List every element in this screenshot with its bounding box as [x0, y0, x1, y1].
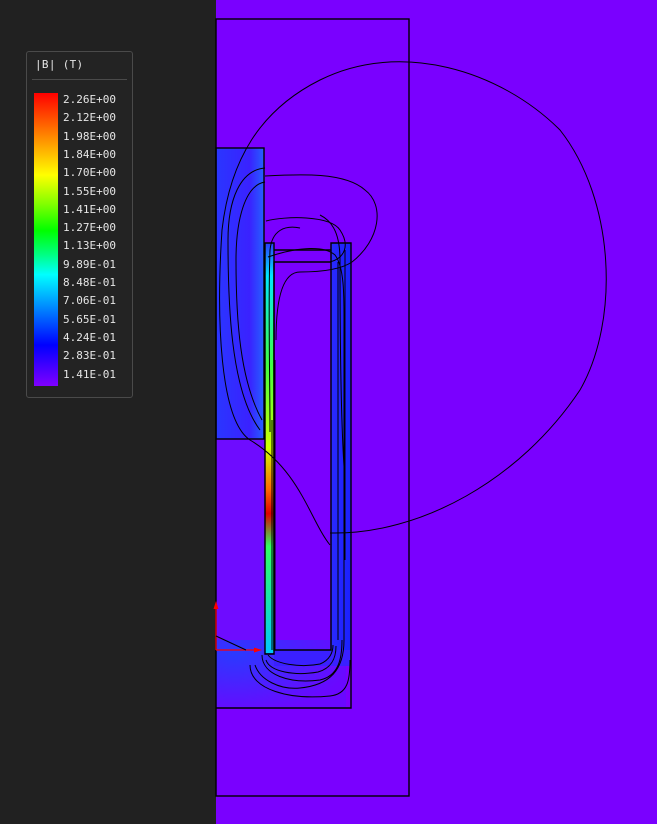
legend-label: 2.26E+00 [63, 93, 116, 106]
legend-label: 1.27E+00 [63, 221, 116, 235]
legend-label: 1.70E+00 [63, 166, 116, 180]
legend-label: 9.89E-01 [63, 257, 116, 271]
legend-label: 1.41E+00 [63, 202, 116, 216]
legend-label: 5.65E-01 [63, 312, 116, 326]
legend-label: 4.24E-01 [63, 330, 116, 344]
legend-divider [32, 79, 127, 80]
legend-label: 1.55E+00 [63, 184, 116, 198]
legend-label: 1.98E+00 [63, 129, 116, 143]
magnet-region [216, 148, 264, 439]
legend-label: 1.41E-01 [63, 367, 116, 381]
legend-label: 2.83E-01 [63, 349, 116, 363]
field-viewport[interactable]: |B| (T) 2.26E+00 2.12E+00 1.98E+00 1.84E… [0, 0, 657, 824]
yoke-wall-region [331, 243, 351, 653]
legend-label: 1.13E+00 [63, 239, 116, 253]
legend-title: |B| (T) [35, 58, 84, 71]
legend-label: 1.84E+00 [63, 147, 116, 161]
legend-label: 2.12E+00 [63, 111, 116, 125]
color-legend: |B| (T) 2.26E+00 2.12E+00 1.98E+00 1.84E… [26, 51, 133, 398]
legend-label: 7.06E-01 [63, 294, 116, 308]
legend-label: 8.48E-01 [63, 276, 116, 289]
pole-region [216, 439, 265, 654]
legend-color-bar [34, 93, 58, 386]
